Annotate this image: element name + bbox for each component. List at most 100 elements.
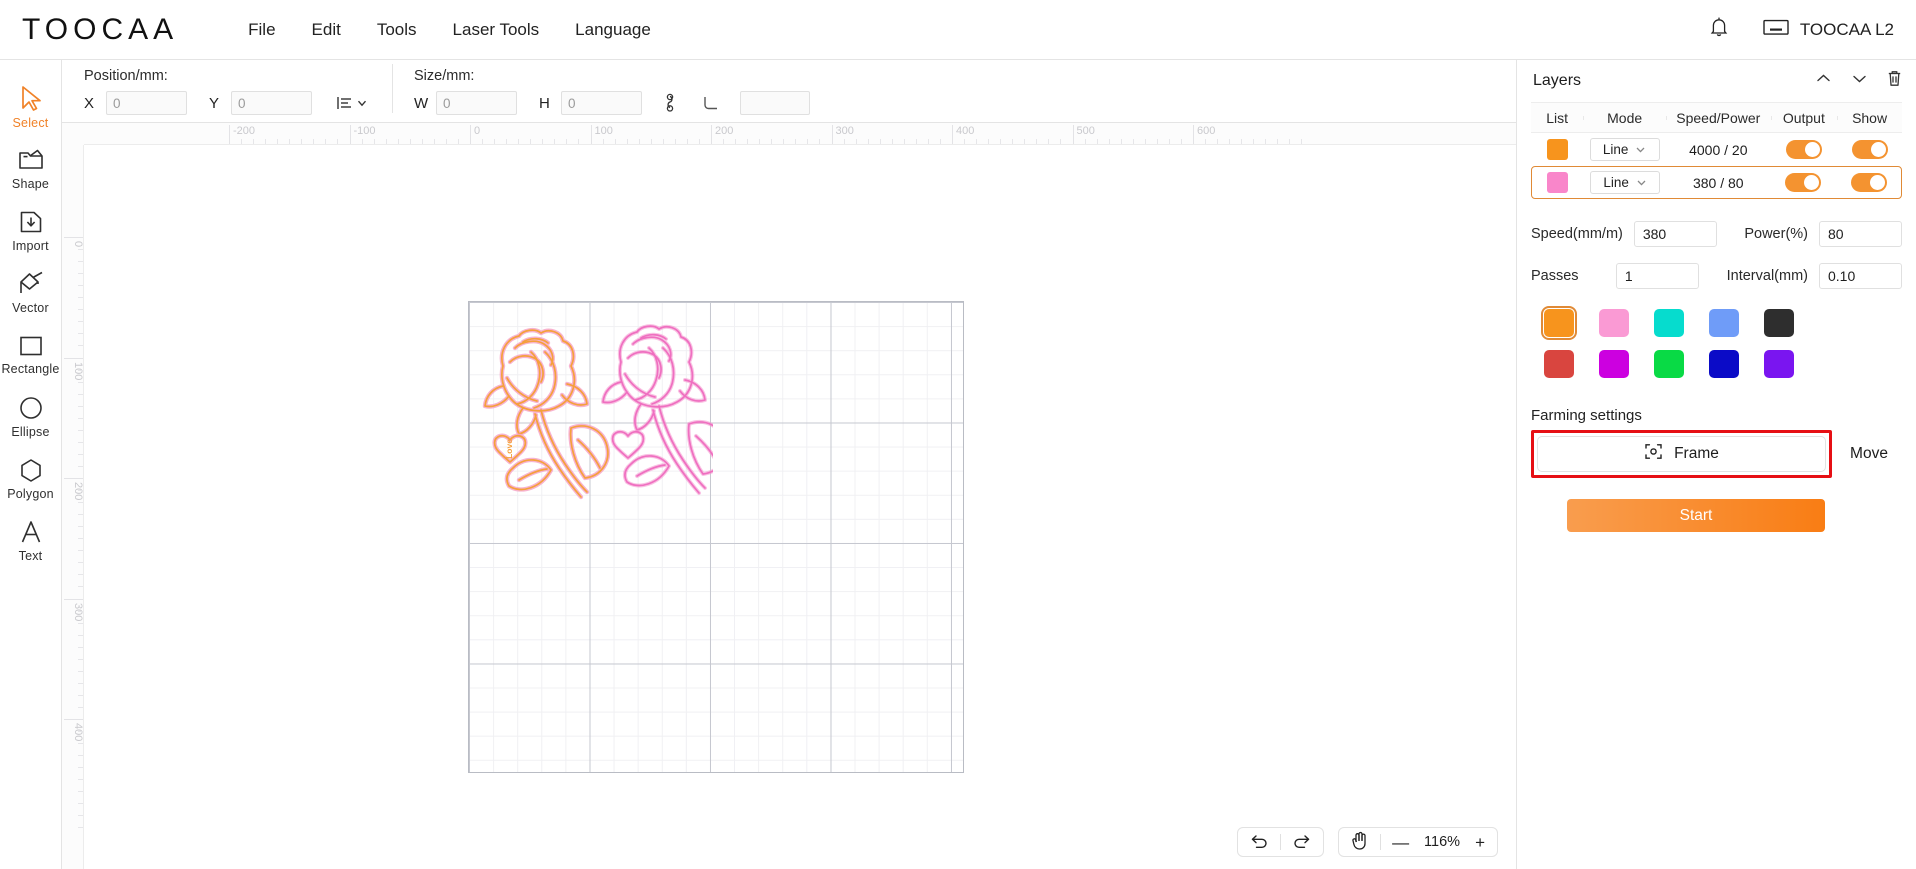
w-input[interactable]: [436, 91, 517, 115]
notification-bell-icon[interactable]: [1709, 16, 1729, 43]
trash-icon[interactable]: [1887, 70, 1902, 92]
tool-vector-label: Vector: [12, 301, 49, 315]
tool-vector[interactable]: Vector: [0, 262, 62, 324]
x-input[interactable]: [106, 91, 187, 115]
palette-color-swatch[interactable]: [1708, 350, 1739, 378]
h-label: H: [539, 94, 550, 112]
chevron-down-icon[interactable]: [1851, 72, 1868, 90]
h-input[interactable]: [561, 91, 642, 115]
layer-color-swatch[interactable]: [1532, 172, 1584, 193]
layer-show-toggle[interactable]: [1837, 173, 1901, 192]
ruler-minor-tick: [735, 139, 737, 144]
table-row[interactable]: Line 380 / 80: [1531, 166, 1902, 199]
palette-color-swatch[interactable]: [1543, 350, 1574, 378]
layer-output-toggle[interactable]: [1771, 140, 1838, 159]
tool-rectangle[interactable]: Rectangle: [0, 324, 62, 386]
swatch-orange: [1546, 139, 1568, 160]
ruler-minor-tick: [915, 139, 917, 144]
palette-color-swatch[interactable]: [1763, 350, 1794, 378]
tool-ellipse[interactable]: Ellipse: [0, 386, 62, 448]
tool-shape[interactable]: Shape: [0, 138, 62, 200]
ruler-minor-tick: [385, 139, 387, 144]
frame-button[interactable]: Frame: [1537, 436, 1826, 472]
tool-text[interactable]: Text: [0, 510, 62, 572]
ruler-minor-tick: [78, 405, 83, 407]
work-board[interactable]: Love: [468, 301, 964, 773]
ruler-minor-tick: [78, 562, 83, 564]
palette-color-swatch[interactable]: [1598, 309, 1629, 337]
layer-mode-select[interactable]: Line: [1584, 171, 1666, 194]
zoom-level: 116%: [1424, 834, 1461, 850]
interval-input[interactable]: [1819, 263, 1902, 289]
ruler-minor-tick: [313, 139, 315, 144]
link-chain-icon[interactable]: [662, 93, 678, 113]
menu-item-tools[interactable]: Tools: [359, 14, 435, 46]
menu-item-file[interactable]: File: [230, 14, 293, 46]
move-button[interactable]: Move: [1836, 433, 1902, 475]
ruler-minor-tick: [891, 139, 893, 144]
device-indicator[interactable]: TOOCAA L2: [1763, 19, 1894, 41]
layer-output-toggle[interactable]: [1770, 173, 1836, 192]
y-input[interactable]: [231, 91, 312, 115]
menu-item-edit[interactable]: Edit: [294, 14, 359, 46]
zoom-out-button[interactable]: —: [1389, 834, 1412, 851]
layers-title: Layers: [1533, 72, 1582, 89]
palette-cell: [1641, 309, 1696, 337]
palette-color-swatch[interactable]: [1540, 306, 1577, 340]
undo-arrow-icon[interactable]: [1247, 833, 1272, 852]
history-controls: [1237, 827, 1325, 857]
tool-select[interactable]: Select: [0, 76, 62, 138]
corner-radius-input[interactable]: [740, 91, 810, 115]
ruler-minor-tick: [1217, 139, 1219, 144]
canvas-area[interactable]: -200 -100 0 100 200 300 400 500 600 0 100 200 300 40…: [62, 123, 1516, 869]
ruler-minor-tick: [78, 731, 83, 733]
power-input[interactable]: [1819, 221, 1902, 247]
ruler-minor-tick: [337, 139, 339, 144]
ruler-minor-tick: [373, 139, 375, 144]
align-list-dropdown-icon[interactable]: [334, 95, 370, 111]
palette-color-swatch[interactable]: [1653, 350, 1684, 378]
layer-show-toggle[interactable]: [1837, 140, 1902, 159]
tool-select-label: Select: [12, 116, 49, 130]
ruler-minor-tick: [78, 465, 83, 467]
hand-pan-icon[interactable]: [1348, 831, 1372, 853]
horizontal-ruler: -200 -100 0 100 200 300 400 500 600: [84, 123, 1516, 145]
farming-settings: Farming settings Frame Move Start: [1517, 391, 1916, 532]
rectangle-icon: [18, 334, 44, 358]
layer-color-swatch[interactable]: [1531, 139, 1583, 160]
palette-color-swatch[interactable]: [1653, 309, 1684, 337]
ruler-minor-tick: [1289, 139, 1291, 144]
x-label: X: [84, 94, 95, 112]
ruler-minor-tick: [78, 273, 83, 275]
ruler-minor-tick: [1265, 139, 1267, 144]
ellipse-icon: [18, 395, 44, 421]
passes-input[interactable]: [1615, 263, 1699, 289]
position-group: Position/mm: X Y: [62, 68, 392, 115]
tool-polygon[interactable]: Polygon: [0, 448, 62, 510]
redo-arrow-icon[interactable]: [1289, 833, 1314, 852]
zoom-in-button[interactable]: +: [1472, 834, 1488, 851]
ruler-minor-tick: [1096, 139, 1098, 144]
ruler-minor-tick: [78, 682, 83, 684]
right-panel: Layers List Mode Speed/Power Output Show…: [1516, 60, 1916, 869]
palette-color-swatch[interactable]: [1598, 350, 1629, 378]
menu-item-laser-tools[interactable]: Laser Tools: [435, 14, 558, 46]
ruler-minor-tick: [301, 139, 303, 144]
table-row[interactable]: Line 4000 / 20: [1531, 133, 1902, 166]
palette-color-swatch[interactable]: [1708, 309, 1739, 337]
ruler-minor-tick: [78, 706, 83, 708]
layer-mode-select[interactable]: Line: [1583, 138, 1666, 161]
ruler-minor-tick: [78, 743, 83, 745]
ruler-minor-tick: [1156, 139, 1158, 144]
text-a-icon: [19, 519, 43, 545]
tool-import[interactable]: Import: [0, 200, 62, 262]
palette-cell: [1531, 306, 1586, 340]
speed-input[interactable]: [1633, 221, 1717, 247]
ruler-minor-tick: [1301, 139, 1303, 144]
start-button[interactable]: Start: [1567, 499, 1825, 532]
corner-radius-icon[interactable]: [700, 94, 722, 112]
menu-item-language[interactable]: Language: [557, 14, 669, 46]
palette-color-swatch[interactable]: [1763, 309, 1794, 337]
chevron-down-icon: [1636, 147, 1645, 153]
chevron-up-icon[interactable]: [1815, 72, 1832, 90]
